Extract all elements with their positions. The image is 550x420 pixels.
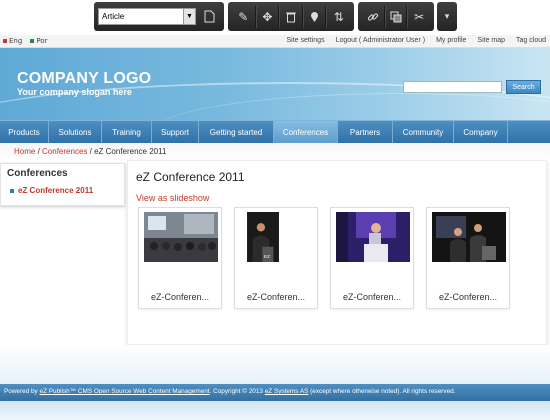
- nav-item-support[interactable]: Support: [152, 121, 199, 143]
- toolbar-group-minimize: ▾: [437, 2, 457, 31]
- link-icon[interactable]: [362, 5, 385, 28]
- ez-systems-link[interactable]: eZ Systems AS: [265, 388, 309, 395]
- nav-item-getting-started[interactable]: Getting started: [199, 121, 274, 143]
- svg-text:ez: ez: [264, 254, 270, 260]
- location-icon[interactable]: [302, 5, 327, 28]
- thumbnail-caption[interactable]: eZ-Conferen...: [427, 292, 509, 302]
- ez-publish-link[interactable]: eZ Publish™ CMS Open Source Web Content …: [40, 388, 210, 395]
- site-map-link[interactable]: Site map: [477, 37, 505, 44]
- breadcrumb-home[interactable]: Home: [14, 147, 35, 156]
- breadcrumb-current: eZ Conference 2011: [94, 147, 167, 156]
- thumbnail-caption[interactable]: eZ-Conferen...: [235, 292, 317, 302]
- flag-icon: [30, 39, 35, 43]
- site-settings-link[interactable]: Site settings: [286, 37, 324, 44]
- footer-text: (except where otherwise noted). All righ…: [308, 388, 456, 395]
- conference-photo[interactable]: ez: [240, 212, 286, 262]
- copy-icon[interactable]: [384, 5, 408, 28]
- chevron-down-icon[interactable]: ▼: [183, 9, 195, 24]
- sidebar-item-label: eZ Conference 2011: [18, 186, 94, 195]
- sidebar-heading[interactable]: Conferences: [7, 168, 68, 179]
- edit-icon[interactable]: ✎: [232, 5, 256, 28]
- thumbnail-caption[interactable]: eZ-Conferen...: [331, 292, 413, 302]
- top-links: Site settings Logout ( Administrator Use…: [286, 37, 546, 44]
- nav-item-products[interactable]: Products: [0, 121, 49, 143]
- language-eng[interactable]: Eng: [3, 37, 22, 45]
- toolbar-group-tools: ✂: [358, 2, 434, 31]
- nav-item-community[interactable]: Community: [393, 121, 454, 143]
- thumbnail-caption[interactable]: eZ-Conferen...: [139, 292, 221, 302]
- footer-base: [0, 401, 550, 420]
- move-icon[interactable]: ✥: [255, 5, 280, 28]
- page-background: [0, 345, 550, 384]
- footer-text: . Copyright © 2013: [209, 388, 265, 395]
- company-slogan: Your company slogan here: [17, 87, 132, 97]
- new-document-icon[interactable]: [198, 6, 220, 28]
- sidebar-menu: Conferences eZ Conference 2011: [0, 163, 125, 206]
- nav-item-conferences[interactable]: Conferences: [274, 121, 338, 143]
- admin-toolbar: Article ▼ ✎ ✥ ⇅ ✂ ▾: [0, 0, 550, 33]
- class-select[interactable]: Article ▼: [98, 8, 196, 25]
- top-links-bar: Eng Por Site settings Logout ( Administr…: [0, 35, 550, 48]
- nav-item-training[interactable]: Training: [102, 121, 152, 143]
- nav-item-partners[interactable]: Partners: [338, 121, 393, 143]
- flag-icon: [3, 39, 7, 43]
- main-navigation: Products Solutions Training Support Gett…: [0, 120, 550, 143]
- logout-link[interactable]: Logout ( Administrator User ): [336, 37, 425, 44]
- sort-icon[interactable]: ⇅: [326, 5, 350, 28]
- gallery-thumbnail[interactable]: ez eZ-Conferen...: [234, 207, 318, 309]
- gallery-thumbnail[interactable]: eZ-Conferen...: [426, 207, 510, 309]
- breadcrumb-conferences[interactable]: Conferences: [42, 147, 87, 156]
- remove-icon[interactable]: [279, 5, 303, 28]
- conference-photo[interactable]: [432, 212, 506, 262]
- language-switcher: Eng Por: [3, 37, 47, 45]
- sidebar-item-ez-conference-2011[interactable]: eZ Conference 2011: [10, 186, 93, 195]
- company-logo[interactable]: COMPANY LOGO: [17, 70, 151, 88]
- language-por[interactable]: Por: [30, 37, 47, 45]
- tag-cloud-link[interactable]: Tag cloud: [516, 37, 546, 44]
- class-select-value: Article: [102, 12, 125, 21]
- nav-item-solutions[interactable]: Solutions: [49, 121, 102, 143]
- search-button[interactable]: Search: [506, 80, 541, 94]
- gallery-thumbnail[interactable]: eZ-Conferen...: [330, 207, 414, 309]
- main-content: eZ Conference 2011 View as slideshow eZ-…: [127, 160, 547, 345]
- view-slideshow-link[interactable]: View as slideshow: [136, 193, 209, 203]
- bullet-icon: [10, 188, 14, 193]
- toolbar-group-edit: ✎ ✥ ⇅: [228, 2, 354, 31]
- toolbar-group-create: Article ▼: [94, 2, 224, 31]
- my-profile-link[interactable]: My profile: [436, 37, 466, 44]
- minimize-icon[interactable]: ▾: [445, 12, 450, 22]
- gallery-thumbnail[interactable]: eZ-Conferen...: [138, 207, 222, 309]
- site-header: COMPANY LOGO Your company slogan here Se…: [0, 48, 550, 120]
- site-footer: Powered by eZ Publish™ CMS Open Source W…: [0, 384, 550, 401]
- breadcrumb: Home / Conferences / eZ Conference 2011: [0, 143, 550, 160]
- page-title: eZ Conference 2011: [136, 170, 245, 184]
- footer-text: Powered by: [4, 388, 40, 395]
- settings-icon[interactable]: ✂: [407, 5, 430, 28]
- conference-photo[interactable]: [144, 212, 218, 262]
- nav-item-company[interactable]: Company: [454, 121, 508, 143]
- search-input[interactable]: [403, 81, 502, 93]
- conference-photo[interactable]: [336, 212, 410, 262]
